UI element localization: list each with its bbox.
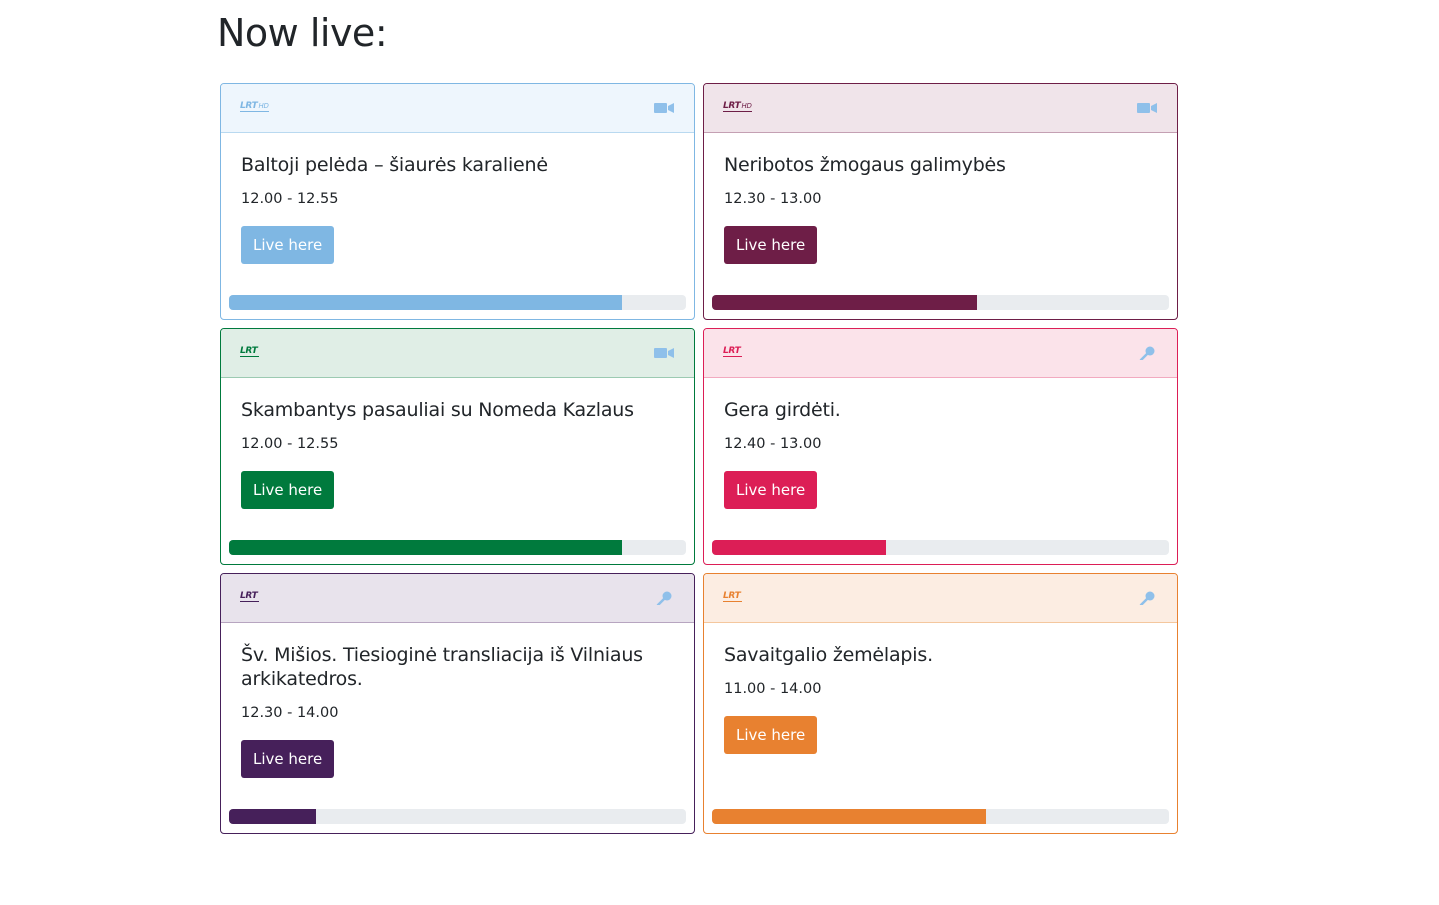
card-header: LRT bbox=[704, 574, 1177, 623]
page-title: Now live: bbox=[217, 11, 388, 55]
card-header: LRT bbox=[221, 329, 694, 378]
card-header: LRTHD bbox=[704, 84, 1177, 133]
live-cards-grid: LRTHD Baltoji pelėda – šiaurės karalienė… bbox=[220, 83, 1178, 842]
program-title: Skambantys pasauliai su Nomeda Kazlaus bbox=[241, 399, 634, 421]
program-progress-fill bbox=[229, 295, 623, 310]
program-time: 12.00 - 12.55 bbox=[241, 436, 339, 452]
program-progress bbox=[229, 809, 686, 824]
program-progress-fill bbox=[712, 540, 886, 555]
program-progress bbox=[712, 809, 1169, 824]
program-time: 11.00 - 14.00 bbox=[724, 681, 822, 697]
logo-text: LRT bbox=[723, 591, 741, 601]
card-body: Šv. Mišios. Tiesioginė transliacija iš V… bbox=[221, 623, 694, 778]
live-here-button[interactable]: Live here bbox=[241, 226, 335, 264]
progress-wrap bbox=[704, 295, 1177, 311]
program-time: 12.30 - 14.00 bbox=[241, 705, 339, 721]
card-body: Gera girdėti. 12.40 - 13.00 Live here bbox=[704, 378, 1177, 509]
live-card-6: LRT Savaitgalio žemėlapis. 11.00 - 14.00… bbox=[703, 573, 1178, 834]
channel-logo: LRT bbox=[723, 346, 742, 357]
live-card-2: LRTHD Neribotos žmogaus galimybės 12.30 … bbox=[703, 83, 1178, 320]
live-here-button[interactable]: Live here bbox=[724, 471, 818, 509]
logo-suffix: HD bbox=[258, 102, 269, 110]
microphone-icon bbox=[1139, 346, 1155, 360]
channel-logo: LRT bbox=[723, 591, 742, 602]
logo-suffix: HD bbox=[741, 102, 752, 110]
program-time: 12.30 - 13.00 bbox=[724, 191, 822, 207]
card-header: LRTHD bbox=[221, 84, 694, 133]
logo-text: LRT bbox=[240, 346, 258, 356]
card-header: LRT bbox=[704, 329, 1177, 378]
channel-logo: LRT bbox=[240, 591, 259, 602]
program-progress bbox=[712, 540, 1169, 555]
logo-text: LRT bbox=[723, 346, 741, 356]
live-here-button[interactable]: Live here bbox=[724, 716, 818, 754]
program-title: Gera girdėti. bbox=[724, 399, 841, 421]
program-progress-fill bbox=[229, 809, 316, 824]
live-card-1: LRTHD Baltoji pelėda – šiaurės karalienė… bbox=[220, 83, 695, 320]
program-title: Savaitgalio žemėlapis. bbox=[724, 644, 933, 666]
live-here-button[interactable]: Live here bbox=[241, 740, 335, 778]
channel-logo: LRTHD bbox=[723, 101, 752, 112]
microphone-icon bbox=[1139, 591, 1155, 605]
live-here-button[interactable]: Live here bbox=[724, 226, 818, 264]
program-time: 12.40 - 13.00 bbox=[724, 436, 822, 452]
live-card-3: LRT Skambantys pasauliai su Nomeda Kazla… bbox=[220, 328, 695, 565]
card-body: Savaitgalio žemėlapis. 11.00 - 14.00 Liv… bbox=[704, 623, 1177, 754]
progress-wrap bbox=[704, 809, 1177, 825]
progress-wrap bbox=[221, 809, 694, 825]
channel-logo: LRT bbox=[240, 346, 259, 357]
program-progress-fill bbox=[229, 540, 623, 555]
program-progress-fill bbox=[712, 295, 978, 310]
program-title: Baltoji pelėda – šiaurės karalienė bbox=[241, 154, 548, 176]
program-progress-fill bbox=[712, 809, 987, 824]
video-camera-icon bbox=[1137, 103, 1157, 113]
logo-text: LRT bbox=[723, 101, 741, 111]
video-camera-icon bbox=[654, 348, 674, 358]
logo-text: LRT bbox=[240, 101, 258, 111]
live-card-4: LRT Gera girdėti. 12.40 - 13.00 Live her… bbox=[703, 328, 1178, 565]
program-title: Šv. Mišios. Tiesioginė transliacija iš V… bbox=[241, 644, 643, 690]
progress-wrap bbox=[221, 540, 694, 556]
program-time: 12.00 - 12.55 bbox=[241, 191, 339, 207]
microphone-icon bbox=[656, 591, 672, 605]
program-title: Neribotos žmogaus galimybės bbox=[724, 154, 1006, 176]
logo-text: LRT bbox=[240, 591, 258, 601]
video-camera-icon bbox=[654, 103, 674, 113]
card-body: Skambantys pasauliai su Nomeda Kazlaus 1… bbox=[221, 378, 694, 509]
card-header: LRT bbox=[221, 574, 694, 623]
live-card-5: LRT Šv. Mišios. Tiesioginė transliacija … bbox=[220, 573, 695, 834]
program-progress bbox=[712, 295, 1169, 310]
card-body: Baltoji pelėda – šiaurės karalienė 12.00… bbox=[221, 133, 694, 264]
card-body: Neribotos žmogaus galimybės 12.30 - 13.0… bbox=[704, 133, 1177, 264]
program-progress bbox=[229, 540, 686, 555]
program-progress bbox=[229, 295, 686, 310]
live-here-button[interactable]: Live here bbox=[241, 471, 335, 509]
progress-wrap bbox=[221, 295, 694, 311]
channel-logo: LRTHD bbox=[240, 101, 269, 112]
progress-wrap bbox=[704, 540, 1177, 556]
